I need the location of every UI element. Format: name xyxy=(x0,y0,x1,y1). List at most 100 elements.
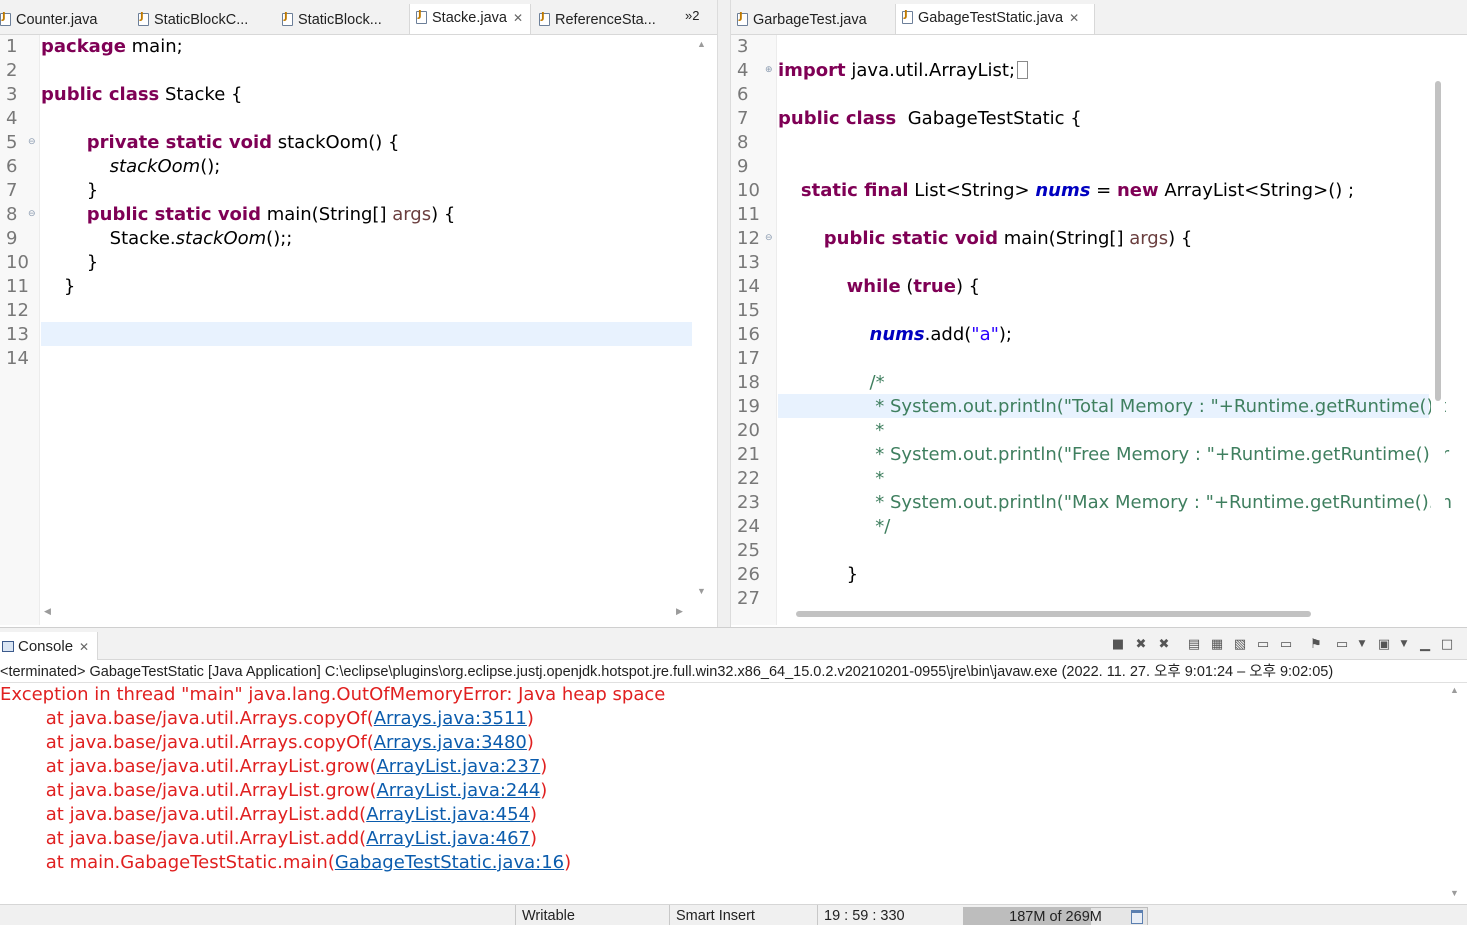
close-icon[interactable]: ✕ xyxy=(1069,11,1079,25)
code-line[interactable]: nums.add("a"); xyxy=(778,323,1012,347)
java-file-icon xyxy=(539,11,550,26)
code-line[interactable]: public static void main(String[] args) { xyxy=(778,227,1193,251)
code-line[interactable]: Stacke.stackOom();; xyxy=(41,227,293,251)
scroll-down-icon[interactable]: ▼ xyxy=(697,586,706,596)
java-file-icon xyxy=(902,9,913,24)
code-token: public static void xyxy=(823,228,998,249)
editor-splitter[interactable] xyxy=(717,0,731,627)
code-line[interactable]: public static void main(String[] args) { xyxy=(41,203,456,227)
scroll-left-icon[interactable]: ◀ xyxy=(44,606,51,617)
collapse-fold-icon[interactable]: ⊖ xyxy=(28,208,36,218)
java-file-icon xyxy=(282,11,293,26)
stack-trace-link[interactable]: Arrays.java:3511 xyxy=(374,708,527,729)
show-on-stderr-icon[interactable]: ▭ xyxy=(1278,637,1294,652)
code-line[interactable]: * xyxy=(778,419,884,443)
tab-stacke-java[interactable]: Stacke.java ✕ xyxy=(409,4,531,34)
collapse-fold-icon[interactable]: ⊖ xyxy=(765,232,773,242)
code-token: args xyxy=(392,204,432,225)
code-line[interactable]: stackOom(); xyxy=(41,155,221,179)
horizontal-scrollbar[interactable] xyxy=(778,604,1431,622)
code-line[interactable]: } xyxy=(41,179,98,203)
line-number: 10 xyxy=(6,252,29,273)
remove-all-terminated-icon[interactable]: ✖ xyxy=(1156,637,1172,652)
console-text: ) xyxy=(526,708,534,729)
code-line[interactable]: while (true) { xyxy=(778,275,980,299)
right-code-editor[interactable]: 3 4 ⊕ 6 7 8 9 10 11 12 ⊖ 13 14 15 16 17 18 19 20 21 22 23 24 25… xyxy=(731,35,1467,625)
console-output[interactable]: Exception in thread "main" java.lang.Out… xyxy=(0,683,1450,905)
stack-trace-link[interactable]: ArrayList.java:454 xyxy=(366,804,530,825)
remove-launch-icon[interactable]: ✖ xyxy=(1133,637,1149,652)
stack-trace-link[interactable]: ArrayList.java:237 xyxy=(376,756,540,777)
show-on-stdout-icon[interactable]: ▭ xyxy=(1255,637,1271,652)
folded-imports-box[interactable] xyxy=(1017,61,1029,79)
code-line[interactable]: * xyxy=(778,467,884,491)
cursor-position[interactable]: 19 : 59 : 330 xyxy=(817,905,957,925)
code-token: (); xyxy=(200,156,221,177)
code-line[interactable]: * System.out.println("Max Memory : "+Run… xyxy=(778,491,1452,515)
close-icon[interactable]: ✕ xyxy=(79,640,89,654)
left-code-editor[interactable]: 1 2 3 4 5 ⊖ 6 7 8 ⊖ 9 10 11 12 13 14 package main; publi… xyxy=(0,35,717,625)
code-token: .add( xyxy=(924,324,972,345)
code-token: static final xyxy=(800,180,909,201)
tab-console[interactable]: Console ✕ xyxy=(0,632,99,660)
scroll-up-icon[interactable]: ▲ xyxy=(697,39,706,49)
chevron-down-icon[interactable]: ▼ xyxy=(1396,637,1412,652)
code-line[interactable]: package main; xyxy=(41,35,183,59)
code-token: } xyxy=(41,276,76,297)
code-line[interactable]: */ xyxy=(778,515,890,539)
code-line[interactable]: public class GabageTestStatic { xyxy=(778,107,1082,131)
terminate-icon[interactable]: ■ xyxy=(1110,637,1126,652)
tab-overflow-button[interactable]: »2 xyxy=(685,8,699,23)
code-line[interactable]: } xyxy=(778,563,858,587)
stack-trace-link[interactable]: ArrayList.java:244 xyxy=(376,780,540,801)
stack-trace-link[interactable]: ArrayList.java:467 xyxy=(366,828,530,849)
vertical-scrollbar[interactable]: ▲ ▼ xyxy=(1448,683,1462,905)
horizontal-scrollbar[interactable]: ◀ ▶ xyxy=(40,604,695,622)
code-line[interactable]: import java.util.ArrayList; xyxy=(778,59,1029,83)
code-line[interactable]: private static void stackOom() { xyxy=(41,131,400,155)
scroll-right-icon[interactable]: ▶ xyxy=(676,606,683,617)
expand-fold-icon[interactable]: ⊕ xyxy=(765,64,773,74)
vertical-scrollbar[interactable] xyxy=(1431,35,1445,603)
minimize-icon[interactable]: ▁ xyxy=(1417,637,1433,652)
scrollbar-thumb[interactable] xyxy=(1435,81,1441,401)
code-line[interactable]: } xyxy=(41,275,75,299)
collapse-fold-icon[interactable]: ⊖ xyxy=(28,136,36,146)
vertical-scrollbar[interactable]: ▲ ▼ xyxy=(695,35,709,603)
code-line[interactable]: static final List<String> nums = new Arr… xyxy=(778,179,1354,203)
code-line[interactable]: public class Stacke { xyxy=(41,83,242,107)
tab-garbagetest-java[interactable]: GarbageTest.java xyxy=(731,6,891,34)
scrollbar-thumb[interactable] xyxy=(796,611,1311,617)
scroll-up-icon[interactable]: ▲ xyxy=(1450,685,1459,695)
console-text: Exception in thread "main" java.lang.Out… xyxy=(0,684,666,705)
heap-status[interactable]: 187M of 269M xyxy=(963,907,1148,925)
stack-trace-link[interactable]: Arrays.java:3480 xyxy=(374,732,527,753)
tab-counter-java[interactable]: Counter.java xyxy=(0,6,130,34)
scroll-lock-icon[interactable]: ▦ xyxy=(1209,637,1225,652)
pin-console-icon[interactable]: ⚑ xyxy=(1308,637,1324,652)
display-console-icon[interactable]: ▭ xyxy=(1334,637,1350,652)
clear-console-icon[interactable]: ▤ xyxy=(1186,637,1202,652)
trash-icon[interactable] xyxy=(1131,910,1143,924)
tab-staticblockc[interactable]: StaticBlockC... xyxy=(132,6,274,34)
code-line[interactable]: /* xyxy=(778,371,885,395)
close-icon[interactable]: ✕ xyxy=(513,11,523,25)
tab-staticblock[interactable]: StaticBlock... xyxy=(276,6,407,34)
java-file-icon xyxy=(138,11,149,26)
open-console-icon[interactable]: ▣ xyxy=(1376,637,1392,652)
code-line[interactable]: * System.out.println("Total Memory : "+R… xyxy=(778,395,1446,419)
console-text: at java.base/java.util.Arrays.copyOf( xyxy=(0,732,374,753)
stack-trace-link[interactable]: GabageTestStatic.java:16 xyxy=(335,852,564,873)
chevron-down-icon[interactable]: ▼ xyxy=(1354,637,1370,652)
code-line[interactable]: * System.out.println("Free Memory : "+Ru… xyxy=(778,443,1449,467)
code-token: * System.out.println("Max Memory : "+Run… xyxy=(778,492,1452,513)
code-token: args xyxy=(1129,228,1169,249)
scroll-down-icon[interactable]: ▼ xyxy=(1450,888,1459,898)
tab-referencesta[interactable]: ReferenceSta... xyxy=(533,6,673,34)
maximize-icon[interactable]: □ xyxy=(1439,637,1455,652)
tab-gabageteststatic-java[interactable]: GabageTestStatic.java ✕ xyxy=(895,4,1095,34)
code-line[interactable]: } xyxy=(41,251,98,275)
word-wrap-icon[interactable]: ▧ xyxy=(1232,637,1248,652)
insert-mode-status[interactable]: Smart Insert xyxy=(669,905,816,925)
